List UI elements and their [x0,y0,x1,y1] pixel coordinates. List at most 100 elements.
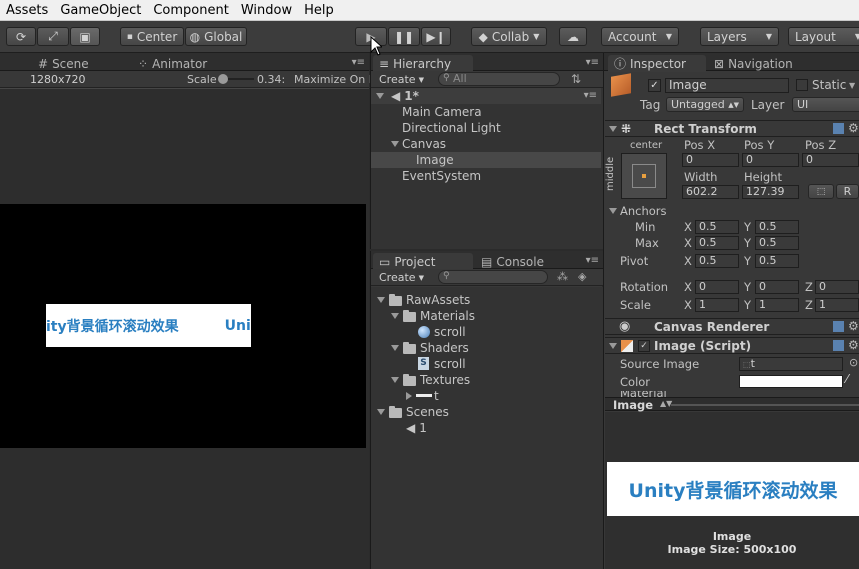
pos-z-field[interactable]: 0 [802,153,859,167]
layout-dropdown[interactable]: Layout ▼ [788,27,859,46]
project-item-scenes[interactable]: Scenes [371,404,601,420]
hierarchy-item-eventsystem[interactable]: EventSystem [371,168,601,184]
fold-open-icon[interactable] [391,313,399,319]
help-book-icon[interactable] [833,340,844,351]
hierarchy-filter-icon[interactable]: ⇅ [571,72,581,86]
project-search-input[interactable] [438,270,548,284]
scale-slider[interactable] [218,74,254,84]
menu-window[interactable]: Window [235,3,298,18]
menu-gameobject[interactable]: GameObject [54,3,147,18]
scene-menu-icon[interactable]: ▾≡ [584,90,597,101]
raw-edit-button[interactable]: R [836,184,859,199]
height-field[interactable]: 127.39 [742,185,799,199]
object-picker-icon[interactable]: ⊙ [849,356,858,369]
anchor-min-x-field[interactable]: 0.5 [695,220,739,234]
fold-open-icon[interactable] [377,297,385,303]
source-image-field[interactable]: ⬚t [739,357,843,371]
anchors-fold-icon[interactable] [609,208,617,214]
pivot-global-button[interactable]: ◍ Global [185,27,247,46]
tab-game[interactable] [0,55,16,72]
hierarchy-item-main-camera[interactable]: Main Camera [371,104,601,120]
rotate-tool-button[interactable]: ⟳ [6,27,36,46]
preview-drag-handle[interactable] [671,404,859,406]
anchor-min-y-field[interactable]: 0.5 [755,220,799,234]
step-button[interactable]: ▶❙ [421,27,451,46]
help-book-icon[interactable] [833,123,844,134]
filter-type-icon[interactable]: ⁂ [557,270,568,283]
panel-menu-icon[interactable]: ▾≡ [586,57,599,68]
fold-closed-icon[interactable] [406,392,412,400]
pivot-center-button[interactable]: ▪ Center [120,27,184,46]
fold-open-icon[interactable] [376,93,384,99]
layer-dropdown[interactable]: UI [792,97,859,112]
project-item-scene-1[interactable]: ◀ 1 [371,420,601,436]
panel-menu-icon[interactable]: ▾≡ [586,255,599,266]
resolution-dropdown[interactable]: 1280x720 [20,72,180,87]
collab-dropdown[interactable]: ◆ Collab ▼ [471,27,547,46]
tab-inspector[interactable]: ⓘ Inspector [608,55,706,72]
hierarchy-item-directional-light[interactable]: Directional Light [371,120,601,136]
pivot-y-field[interactable]: 0.5 [755,254,799,268]
fold-open-icon[interactable] [609,126,617,132]
menu-component[interactable]: Component [147,3,234,18]
menu-assets[interactable]: Assets [0,3,54,18]
gear-icon[interactable]: ⚙ [848,338,859,352]
panel-menu-icon[interactable]: ▾≡ [352,57,365,68]
fold-open-icon[interactable] [391,345,399,351]
dropdown-arrow-icon[interactable]: ▼ [849,81,855,90]
project-item-rawassets[interactable]: RawAssets [371,292,601,308]
image-enabled-checkbox[interactable]: ✓ [638,340,650,352]
anchor-max-x-field[interactable]: 0.5 [695,236,739,250]
project-item-materials[interactable]: Materials [371,308,601,324]
help-book-icon[interactable] [833,321,844,332]
gear-icon[interactable]: ⚙ [848,121,859,135]
layers-dropdown[interactable]: Layers ▼ [700,27,779,46]
scale-x-field[interactable]: 1 [695,298,739,312]
static-checkbox[interactable] [796,79,808,91]
filter-label-icon[interactable]: ◈ [578,270,586,283]
rotation-y-field[interactable]: 0 [755,280,799,294]
rect-transform-header[interactable]: ⁜ Rect Transform ⚙ [605,120,859,137]
color-swatch[interactable] [739,375,843,388]
hierarchy-search-input[interactable]: All [438,72,560,86]
tab-animator[interactable]: ⁘ Animator [132,55,213,72]
tab-hierarchy[interactable]: ≡ Hierarchy [373,55,473,72]
scale-tool-button[interactable]: ⤢ [37,27,69,46]
rotation-x-field[interactable]: 0 [695,280,739,294]
hierarchy-item-canvas[interactable]: Canvas [371,136,601,152]
image-script-header[interactable]: ✓ Image (Script) ⚙ [605,337,859,354]
project-create-dropdown[interactable]: Create ▼ [375,270,425,285]
pos-y-field[interactable]: 0 [742,153,799,167]
tab-navigation[interactable]: ⊠ Navigation [708,55,799,72]
pause-button[interactable]: ❚❚ [388,27,420,46]
maximize-on-play-toggle[interactable]: Maximize On P [294,73,375,86]
tab-scene[interactable]: # Scene [32,55,95,72]
rotation-z-field[interactable]: 0 [815,280,859,294]
anchor-max-y-field[interactable]: 0.5 [755,236,799,250]
eyedropper-icon[interactable]: ⁄ [846,372,848,386]
anchor-preset-button[interactable] [621,153,667,199]
active-checkbox[interactable]: ✓ [648,79,661,92]
scale-y-field[interactable]: 1 [755,298,799,312]
project-item-scroll-shader[interactable]: Sscroll [371,356,601,372]
tab-console[interactable]: ▤ Console [475,253,550,270]
cloud-button[interactable]: ☁ [559,27,587,46]
width-field[interactable]: 602.2 [682,185,739,199]
blueprint-mode-button[interactable]: ⬚ [808,184,834,199]
project-item-shaders[interactable]: Shaders [371,340,601,356]
gear-icon[interactable]: ⚙ [848,319,859,333]
project-item-scroll-material[interactable]: scroll [371,324,601,340]
project-item-textures[interactable]: Textures [371,372,601,388]
tab-project[interactable]: ▭ Project [373,253,473,270]
fold-open-icon[interactable] [391,377,399,383]
object-name-input[interactable]: Image [665,78,789,93]
menu-help[interactable]: Help [298,3,340,18]
hierarchy-create-dropdown[interactable]: Create ▼ [375,72,425,87]
pos-x-field[interactable]: 0 [682,153,739,167]
scene-root-row[interactable]: ◀ 1* ▾≡ [371,88,601,104]
canvas-renderer-header[interactable]: ◉ Canvas Renderer ⚙ [605,318,859,335]
project-item-t-texture[interactable]: t [371,388,601,404]
fold-open-icon[interactable] [609,343,617,349]
hierarchy-item-image[interactable]: Image [371,152,601,168]
fold-open-icon[interactable] [377,409,385,415]
